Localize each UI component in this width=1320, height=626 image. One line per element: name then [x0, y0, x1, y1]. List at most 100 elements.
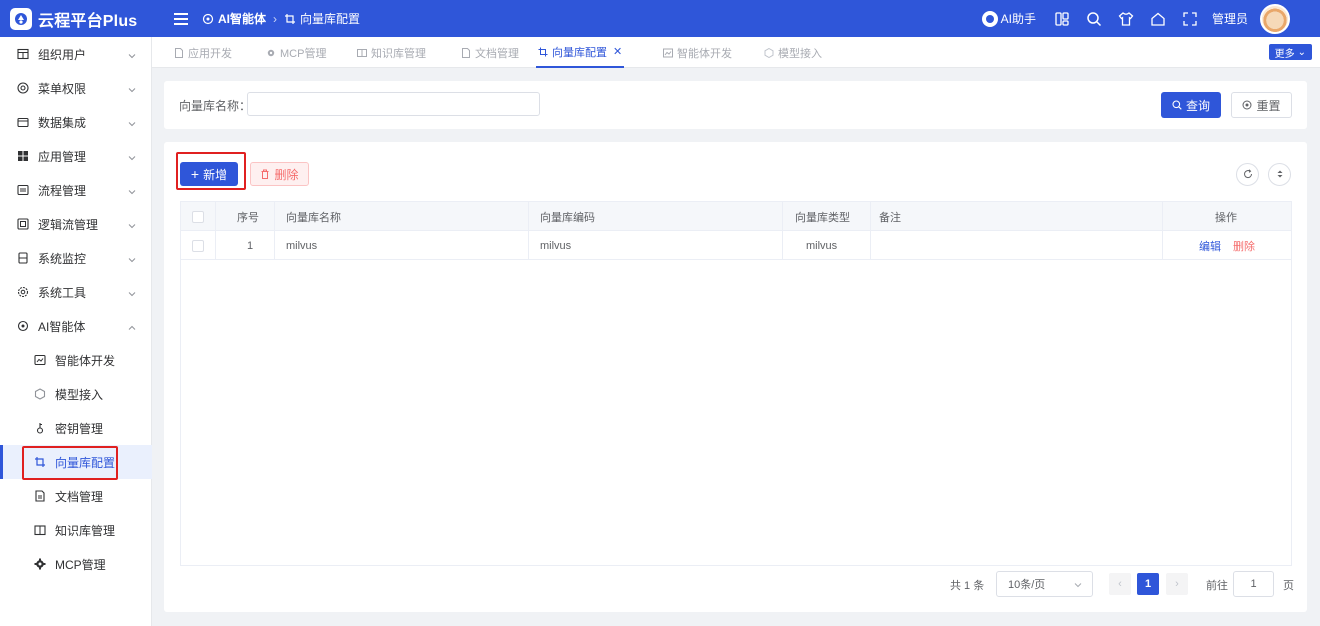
- sidebar-item-menu-permission[interactable]: 菜单权限: [0, 71, 152, 105]
- refresh-icon: [1243, 168, 1253, 182]
- delete-label: 删除: [274, 167, 299, 182]
- sidebar-subitem-label: MCP管理: [55, 557, 106, 572]
- sidebar-subitem-mcp-management[interactable]: MCP管理: [0, 547, 152, 581]
- search-icon[interactable]: [1084, 9, 1104, 29]
- edit-link[interactable]: 编辑: [1199, 238, 1221, 254]
- tab-model-access[interactable]: 模型接入: [764, 37, 822, 68]
- book-icon: [357, 48, 367, 58]
- sidebar-subitem-label: 模型接入: [55, 387, 104, 402]
- goto-page-input[interactable]: 1: [1233, 571, 1274, 597]
- table-header: 序号 向量库名称 向量库编码 向量库类型 备注 操作: [181, 202, 1291, 231]
- model-icon: [33, 387, 47, 401]
- tab-app-dev[interactable]: 应用开发: [174, 37, 232, 68]
- org-icon: [16, 47, 30, 61]
- ai-helper-button[interactable]: AI助手: [981, 10, 1036, 27]
- logo-icon: [10, 7, 32, 30]
- column-divider: [215, 202, 216, 260]
- tab-label: 向量库配置: [552, 46, 607, 59]
- add-button[interactable]: + 新增: [180, 162, 238, 186]
- fullscreen-icon[interactable]: [1180, 9, 1200, 29]
- logic-flow-icon: [16, 217, 30, 231]
- sidebar-item-label: 菜单权限: [38, 81, 87, 96]
- column-index: 序号: [237, 211, 259, 224]
- chevron-down-icon: ⌄: [1297, 46, 1306, 58]
- more-label: 更多: [1274, 48, 1295, 60]
- sidebar-item-system-monitor[interactable]: 系统监控: [0, 241, 152, 275]
- page-button-current[interactable]: 1: [1137, 573, 1159, 595]
- row-name: milvus: [286, 239, 318, 252]
- sidebar-item-flow-management[interactable]: 流程管理: [0, 173, 152, 207]
- sidebar-item-system-tools[interactable]: 系统工具: [0, 275, 152, 309]
- sidebar-subitem-model-access[interactable]: 模型接入: [0, 377, 152, 411]
- chevron-left-icon: ‹: [1118, 578, 1122, 590]
- page-size-select[interactable]: 10条/页: [996, 571, 1093, 597]
- sidebar-item-app-management[interactable]: 应用管理: [0, 139, 152, 173]
- vector-name-search-input[interactable]: [247, 92, 540, 116]
- vector-icon: [284, 13, 296, 25]
- agent-dev-icon: [33, 353, 47, 367]
- table-row: 1 milvus milvus milvus 编辑 删除: [181, 231, 1291, 260]
- home-icon[interactable]: [1148, 9, 1168, 29]
- sidebar-subitem-vector-config[interactable]: 向量库配置: [0, 445, 152, 479]
- reset-button[interactable]: 重置: [1231, 92, 1292, 118]
- shirt-icon[interactable]: [1116, 9, 1136, 29]
- tab-knowledge-base[interactable]: 知识库管理: [357, 37, 426, 68]
- sidebar-subitem-agent-dev[interactable]: 智能体开发: [0, 343, 152, 377]
- trash-icon: [260, 169, 270, 179]
- next-page-button[interactable]: ›: [1166, 573, 1188, 595]
- column-divider: [782, 202, 783, 260]
- query-button[interactable]: 查询: [1161, 92, 1221, 118]
- batch-delete-button[interactable]: 删除: [250, 162, 309, 186]
- sidebar-subitem-knowledge-base[interactable]: 知识库管理: [0, 513, 152, 547]
- chevron-down-icon: [128, 287, 136, 301]
- select-all-checkbox[interactable]: [192, 202, 204, 231]
- density-button[interactable]: [1268, 163, 1291, 186]
- column-name: 向量库名称: [286, 211, 341, 224]
- more-tabs-button[interactable]: 更多 ⌄: [1268, 44, 1312, 60]
- sidebar-item-ai-agent[interactable]: AI智能体: [0, 309, 152, 343]
- prev-page-button[interactable]: ‹: [1109, 573, 1131, 595]
- refresh-button[interactable]: [1236, 163, 1259, 186]
- reset-icon: [1242, 100, 1252, 110]
- sidebar-item-org-users[interactable]: 组织用户: [0, 37, 152, 71]
- chevron-down-icon: [1074, 580, 1082, 592]
- sidebar-subitem-document-management[interactable]: 文档管理: [0, 479, 152, 513]
- app-grid-icon: [16, 149, 30, 163]
- tab-mcp[interactable]: MCP管理: [266, 37, 326, 68]
- chevron-right-icon: ›: [1175, 578, 1179, 590]
- tabs-bar: 应用开发 MCP管理 知识库管理 文档管理 向量库配置 ✕ 智能体开发 模型接入…: [152, 37, 1320, 68]
- sidebar-item-label: 应用管理: [38, 149, 87, 164]
- breadcrumb-item-ai-agent[interactable]: AI智能体: [218, 10, 266, 27]
- apps-icon[interactable]: [1052, 9, 1072, 29]
- tab-agent-dev[interactable]: 智能体开发: [663, 37, 732, 68]
- ai-agent-icon: [202, 13, 214, 25]
- avatar[interactable]: [1260, 3, 1290, 34]
- key-icon: [33, 421, 47, 435]
- page-size-value: 10条/页: [1008, 579, 1046, 591]
- top-bar: 云程平台Plus AI智能体 › 向量库配置 AI助手 管理员: [0, 0, 1320, 37]
- tab-vector-config[interactable]: 向量库配置 ✕: [536, 37, 625, 68]
- sidebar-item-label: 组织用户: [38, 47, 87, 62]
- sidebar-item-data-integration[interactable]: 数据集成: [0, 105, 152, 139]
- chevron-down-icon: [128, 151, 136, 165]
- menu-toggle-icon[interactable]: [174, 12, 188, 25]
- search-icon: [1172, 100, 1182, 110]
- sidebar-subitem-key-management[interactable]: 密钥管理: [0, 411, 152, 445]
- column-divider: [528, 202, 529, 260]
- delete-link[interactable]: 删除: [1233, 238, 1255, 254]
- sort-icon: [1275, 168, 1285, 182]
- row-type: milvus: [806, 239, 838, 252]
- tab-document[interactable]: 文档管理: [461, 37, 519, 68]
- sidebar-item-label: AI智能体: [38, 319, 86, 334]
- row-checkbox[interactable]: [192, 231, 204, 260]
- close-icon[interactable]: ✕: [613, 45, 622, 58]
- logo[interactable]: 云程平台Plus: [0, 0, 152, 37]
- query-label: 查询: [1185, 98, 1210, 113]
- sidebar-item-logic-flow[interactable]: 逻辑流管理: [0, 207, 152, 241]
- ai-helper-label: AI助手: [1000, 12, 1036, 26]
- ai-agent-icon: [16, 319, 30, 333]
- sidebar-item-label: 系统监控: [38, 251, 87, 266]
- user-name[interactable]: 管理员: [1212, 10, 1248, 27]
- breadcrumb-item-vector-config: 向量库配置: [300, 12, 361, 26]
- agent-dev-icon: [663, 48, 673, 58]
